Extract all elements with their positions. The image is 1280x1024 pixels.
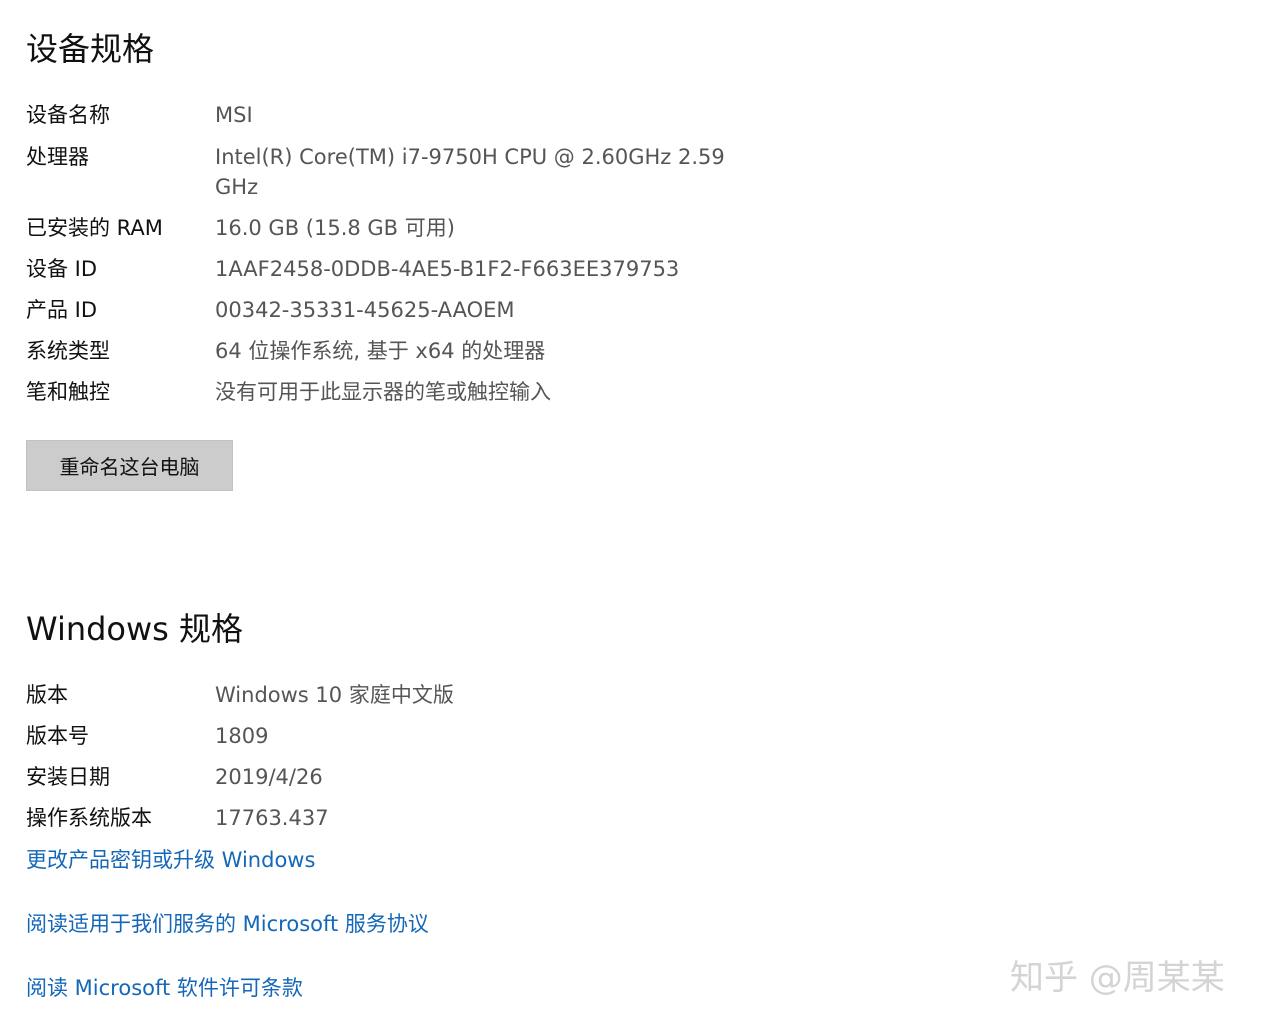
device-specs-title: 设备规格 xyxy=(26,30,155,68)
spec-value: 没有可用于此显示器的笔或触控输入 xyxy=(215,380,551,404)
spec-label: 产品 ID xyxy=(26,298,98,322)
spec-label: 处理器 xyxy=(26,145,89,169)
windows-specs-title: Windows 规格 xyxy=(26,610,244,648)
spec-value: MSI xyxy=(215,103,253,127)
spec-label: 设备名称 xyxy=(26,103,110,127)
spec-value: 2019/4/26 xyxy=(215,765,323,789)
spec-value: 17763.437 xyxy=(215,806,329,830)
change-product-key-link[interactable]: 更改产品密钥或升级 Windows xyxy=(26,844,315,874)
spec-value: Intel(R) Core(TM) i7-9750H CPU @ 2.60GHz… xyxy=(215,145,725,199)
spec-value: Windows 10 家庭中文版 xyxy=(215,683,454,707)
spec-label: 已安装的 RAM xyxy=(26,216,163,240)
watermark: 知乎 @周某某 xyxy=(1010,958,1225,998)
spec-value: 1AAF2458-0DDB-4AE5-B1F2-F663EE379753 xyxy=(215,257,680,281)
spec-label: 版本号 xyxy=(26,724,89,748)
spec-label: 系统类型 xyxy=(26,339,110,363)
spec-value: 16.0 GB (15.8 GB 可用) xyxy=(215,216,455,240)
spec-label: 版本 xyxy=(26,683,68,707)
spec-value: 1809 xyxy=(215,724,269,748)
spec-label: 设备 ID xyxy=(26,257,98,281)
services-agreement-link[interactable]: 阅读适用于我们服务的 Microsoft 服务协议 xyxy=(26,908,429,938)
spec-value: 00342-35331-45625-AAOEM xyxy=(215,298,515,322)
spec-label: 笔和触控 xyxy=(26,380,110,404)
spec-label: 安装日期 xyxy=(26,765,110,789)
rename-pc-button[interactable]: 重命名这台电脑 xyxy=(26,440,233,491)
license-terms-link[interactable]: 阅读 Microsoft 软件许可条款 xyxy=(26,972,303,1002)
spec-label: 操作系统版本 xyxy=(26,806,152,830)
spec-value: 64 位操作系统, 基于 x64 的处理器 xyxy=(215,339,546,363)
